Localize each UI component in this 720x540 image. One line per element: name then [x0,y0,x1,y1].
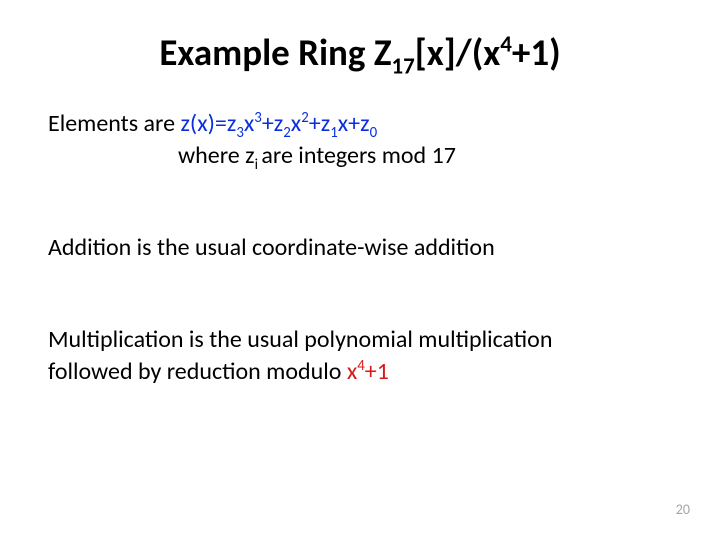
poly-g: x+z [338,109,370,138]
title-part3: +1) [512,30,561,75]
poly-c: x [244,109,254,138]
page-number: 20 [676,501,690,518]
slide-title: Example Ring Z17[x]/(x4+1) [48,30,672,75]
poly-b: z(x)=z [180,109,236,138]
poly-sub2: 2 [283,123,291,141]
where-a: where z [178,141,255,170]
elements-prefix: Elements are [48,109,180,138]
poly-sub0: 0 [370,123,378,141]
addition-line: Addition is the usual coordinate-wise ad… [48,233,672,263]
title-sub-17: 17 [392,52,415,80]
poly-sup2: 2 [301,108,309,126]
where-b: are integers mod 17 [261,141,456,170]
mod-c: +1 [365,357,389,386]
mod-b: x [347,357,357,386]
mult2-a: followed by reduction modulo [48,357,347,386]
gap1 [48,173,672,233]
polynomial-expr: z(x)=z3x3+z2x2+z1x+z0 [180,109,377,138]
poly-d: +z [262,109,283,138]
title-part1: Example Ring Z [159,30,391,75]
elements-line: Elements are z(x)=z3x3+z2x2+z1x+z0 [48,109,672,139]
poly-sup3: 3 [254,108,262,126]
mult-line-1: Multiplication is the usual polynomial m… [48,325,672,355]
poly-e: x [291,109,301,138]
slide: Example Ring Z17[x]/(x4+1) Elements are … [0,0,720,540]
slide-body: Elements are z(x)=z3x3+z2x2+z1x+z0 where… [48,109,672,387]
poly-sub1: 1 [330,123,338,141]
gap2 [48,265,672,325]
mult-line-2: followed by reduction modulo x4+1 [48,357,672,387]
poly-sub3: 3 [236,123,244,141]
title-sup-4: 4 [500,31,512,59]
mod-sup: 4 [357,356,365,374]
poly-f: +z [309,109,330,138]
where-line: where zi are integers mod 17 [48,141,672,171]
title-part2: [x]/(x [415,30,500,75]
modulus-expr: x4+1 [347,357,389,386]
